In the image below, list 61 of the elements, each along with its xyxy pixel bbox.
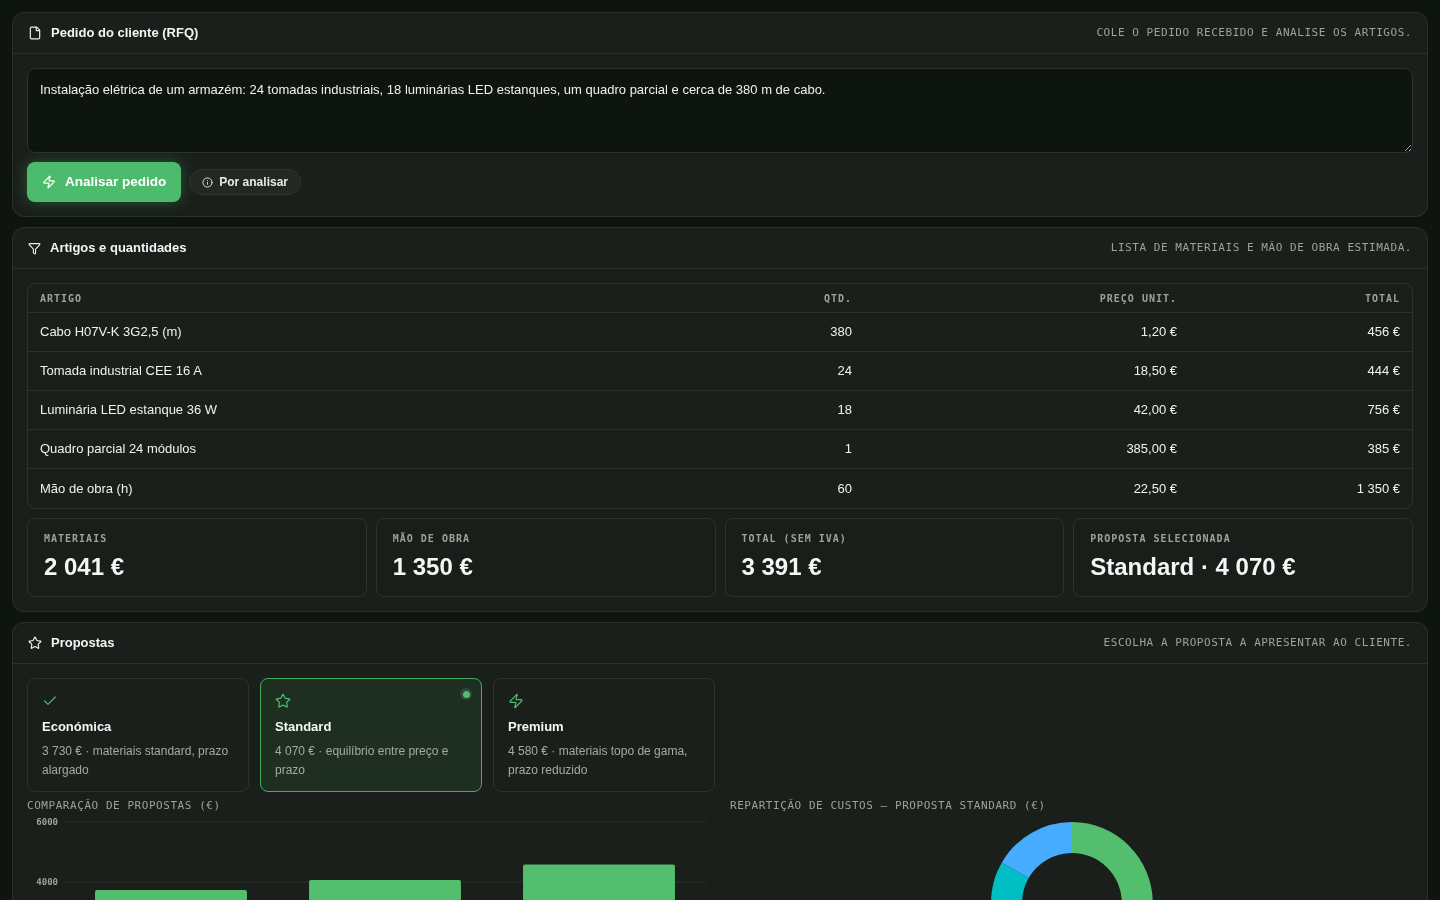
proposal-description: 4 070 € · equilíbrio entre preço e prazo xyxy=(275,743,450,779)
table-cell-text: 385,00 € xyxy=(1126,440,1177,459)
star-icon xyxy=(28,636,42,650)
panel-caption: ESCOLHA A PROPOSTA A APRESENTAR AO CLIENTE. xyxy=(1103,635,1412,651)
chart-title: REPARTIÇÃO DE CUSTOS — PROPOSTA STANDARD (€) xyxy=(730,799,1046,813)
panel-title: Propostas xyxy=(51,635,115,651)
column-header: QTD. xyxy=(823,291,852,306)
document-icon xyxy=(28,26,42,40)
info-icon xyxy=(202,176,214,188)
proposal-description: 3 730 € · materiais standard, prazo alargado xyxy=(42,743,230,779)
axis-label: 6000 xyxy=(36,816,58,827)
table-cell-text: Luminária LED estanque 36 W xyxy=(40,401,218,420)
table-cell-text: 22,50 € xyxy=(1133,479,1177,498)
table-cell-text: 60 xyxy=(837,479,852,498)
summary-label: TOTAL (SEM IVA) xyxy=(741,532,847,546)
panel-caption: LISTA DE MATERIAIS E MÃO DE OBRA ESTIMADA. xyxy=(1110,240,1412,256)
table-cell-text: 18,50 € xyxy=(1133,362,1177,381)
proposal-name: Standard xyxy=(275,719,332,735)
table-cell-text: Mão de obra (h) xyxy=(40,479,133,498)
request-text-field[interactable]: Instalação elétrica de um armazém: 24 tomadas industriais, 18 luminárias LED estanques, um quadro parcial e cerca de 380 m de cabo. xyxy=(27,68,1413,153)
column-header: PREÇO UNIT. xyxy=(1099,291,1177,306)
table-cell-text: 380 xyxy=(830,323,852,342)
star-icon xyxy=(275,693,291,709)
summary-label: MATERIAIS xyxy=(44,532,108,546)
lightning-icon xyxy=(508,693,524,709)
filter-icon xyxy=(28,241,41,255)
table-cell-text: Cabo H07V-K 3G2,5 (m) xyxy=(40,323,182,342)
proposal-name: Económica xyxy=(42,719,112,735)
summary-value: 1 350 € xyxy=(392,552,473,582)
table-cell-text: Quadro parcial 24 módulos xyxy=(40,440,197,459)
proposal-description: 4 580 € · materiais topo de gama, prazo reduzido xyxy=(508,743,689,779)
table-cell-text: 456 € xyxy=(1367,323,1400,342)
proposal-name: Premium xyxy=(508,719,564,735)
table-cell-text: 42,00 € xyxy=(1133,401,1177,420)
table-cell-text: 1,20 € xyxy=(1140,323,1177,342)
lightning-icon xyxy=(42,175,56,189)
summary-value: 2 041 € xyxy=(44,552,125,582)
panel-title: Artigos e quantidades xyxy=(50,240,187,256)
table-cell-text: 1 350 € xyxy=(1356,479,1400,498)
table-cell-text: 24 xyxy=(837,362,852,381)
column-header: TOTAL xyxy=(1364,291,1400,306)
summary-value: 3 391 € xyxy=(741,552,822,582)
panel-title: Pedido do cliente (RFQ) xyxy=(51,25,199,41)
summary-value: Standard · 4 070 € xyxy=(1090,552,1296,582)
panel-caption: COLE O PEDIDO RECEBIDO E ANALISE OS ARTIGOS. xyxy=(1096,25,1412,41)
table-cell-text: 18 xyxy=(837,401,852,420)
axis-label: 4000 xyxy=(36,876,58,887)
selected-dot-icon xyxy=(460,688,472,700)
chart-title: COMPARAÇÃO DE PROPOSTAS (€) xyxy=(27,799,221,813)
proposal-card[interactable]: Económica 3 730 € · materiais standard, prazo alargado xyxy=(27,678,249,792)
table-cell-text: 756 € xyxy=(1367,401,1400,420)
summary-label: PROPOSTA SELECIONADA xyxy=(1090,532,1231,546)
table-cell-text: 385 € xyxy=(1367,440,1400,459)
summary-label: MÃO DE OBRA xyxy=(392,532,470,546)
column-header: ARTIGO xyxy=(40,291,83,306)
proposal-card[interactable]: Standard 4 070 € · equilíbrio entre preço e prazo xyxy=(260,678,482,792)
table-cell-text: 444 € xyxy=(1367,362,1400,381)
status-badge: Por analisar xyxy=(189,169,301,195)
table-cell-text: Tomada industrial CEE 16 A xyxy=(40,362,202,381)
table-cell-text: 1 xyxy=(844,440,852,459)
proposal-card[interactable]: Premium 4 580 € · materiais topo de gama, prazo reduzido xyxy=(493,678,715,792)
